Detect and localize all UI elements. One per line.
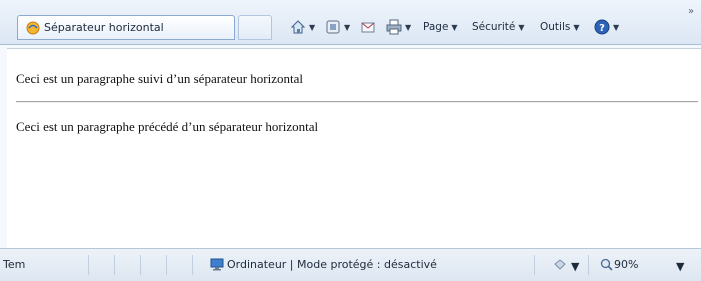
home-dropdown-icon[interactable]: ▼: [309, 23, 315, 32]
status-separator: [114, 255, 115, 275]
security-menu[interactable]: Sécurité ▼: [472, 18, 525, 36]
mail-icon: [361, 22, 375, 33]
svg-text:?: ?: [599, 23, 605, 34]
feeds-dropdown-icon[interactable]: ▼: [344, 23, 350, 32]
home-icon: [290, 20, 306, 34]
chevron-down-icon[interactable]: ▼: [676, 260, 684, 273]
command-bar: Séparateur horizontal ▼ ▼ ▼ Page ▼ Sécur…: [0, 0, 701, 45]
home-button[interactable]: ▼: [290, 18, 315, 36]
chevron-down-icon: ▼: [451, 22, 458, 32]
zoom-icon[interactable]: [600, 258, 613, 271]
protected-mode-icon[interactable]: [553, 258, 567, 271]
status-text: Tem: [3, 258, 26, 271]
paragraph-after-separator: Ceci est un paragraphe précédé d’un sépa…: [16, 119, 319, 134]
status-separator: [166, 255, 167, 275]
feeds-icon: [326, 20, 340, 34]
zoom-level[interactable]: 90%: [614, 258, 638, 271]
help-menu[interactable]: ? ▼: [594, 18, 619, 36]
chevron-down-icon: ▼: [573, 22, 580, 32]
computer-zone-icon: [210, 258, 224, 271]
tools-menu[interactable]: Outils ▼: [540, 18, 580, 36]
status-separator: [534, 255, 535, 275]
print-icon: [386, 19, 402, 35]
security-menu-label: Sécurité: [472, 21, 516, 33]
status-separator: [588, 255, 589, 275]
status-separator: [88, 255, 89, 275]
ie-page-icon: [26, 21, 40, 35]
status-separator: [192, 255, 193, 275]
page-menu[interactable]: Page ▼: [423, 18, 458, 36]
tools-menu-label: Outils: [540, 21, 571, 33]
help-icon: ?: [594, 19, 610, 35]
tab-title: Séparateur horizontal: [44, 21, 164, 34]
page-content: Ceci est un paragraphe suivi d’un sépara…: [7, 48, 701, 248]
security-zone-text[interactable]: Ordinateur | Mode protégé : désactivé: [227, 258, 437, 271]
print-button[interactable]: ▼: [386, 18, 411, 36]
paragraph-before-separator: Ceci est un paragraphe suivi d’un sépara…: [16, 71, 303, 86]
browser-tab[interactable]: Séparateur horizontal: [17, 15, 235, 40]
chevron-down-icon[interactable]: ▼: [571, 260, 579, 273]
page-menu-label: Page: [423, 21, 449, 33]
horizontal-separator: [16, 101, 698, 103]
mail-button[interactable]: [360, 18, 376, 36]
new-tab-button[interactable]: [238, 15, 272, 40]
feeds-button[interactable]: ▼: [325, 18, 350, 36]
print-dropdown-icon[interactable]: ▼: [405, 23, 411, 32]
chevron-right-double-icon[interactable]: »: [688, 6, 694, 17]
chevron-down-icon: ▼: [613, 22, 620, 32]
status-bar: Tem Ordinateur | Mode protégé : désactiv…: [0, 248, 701, 281]
status-separator: [140, 255, 141, 275]
chevron-down-icon: ▼: [518, 22, 525, 32]
